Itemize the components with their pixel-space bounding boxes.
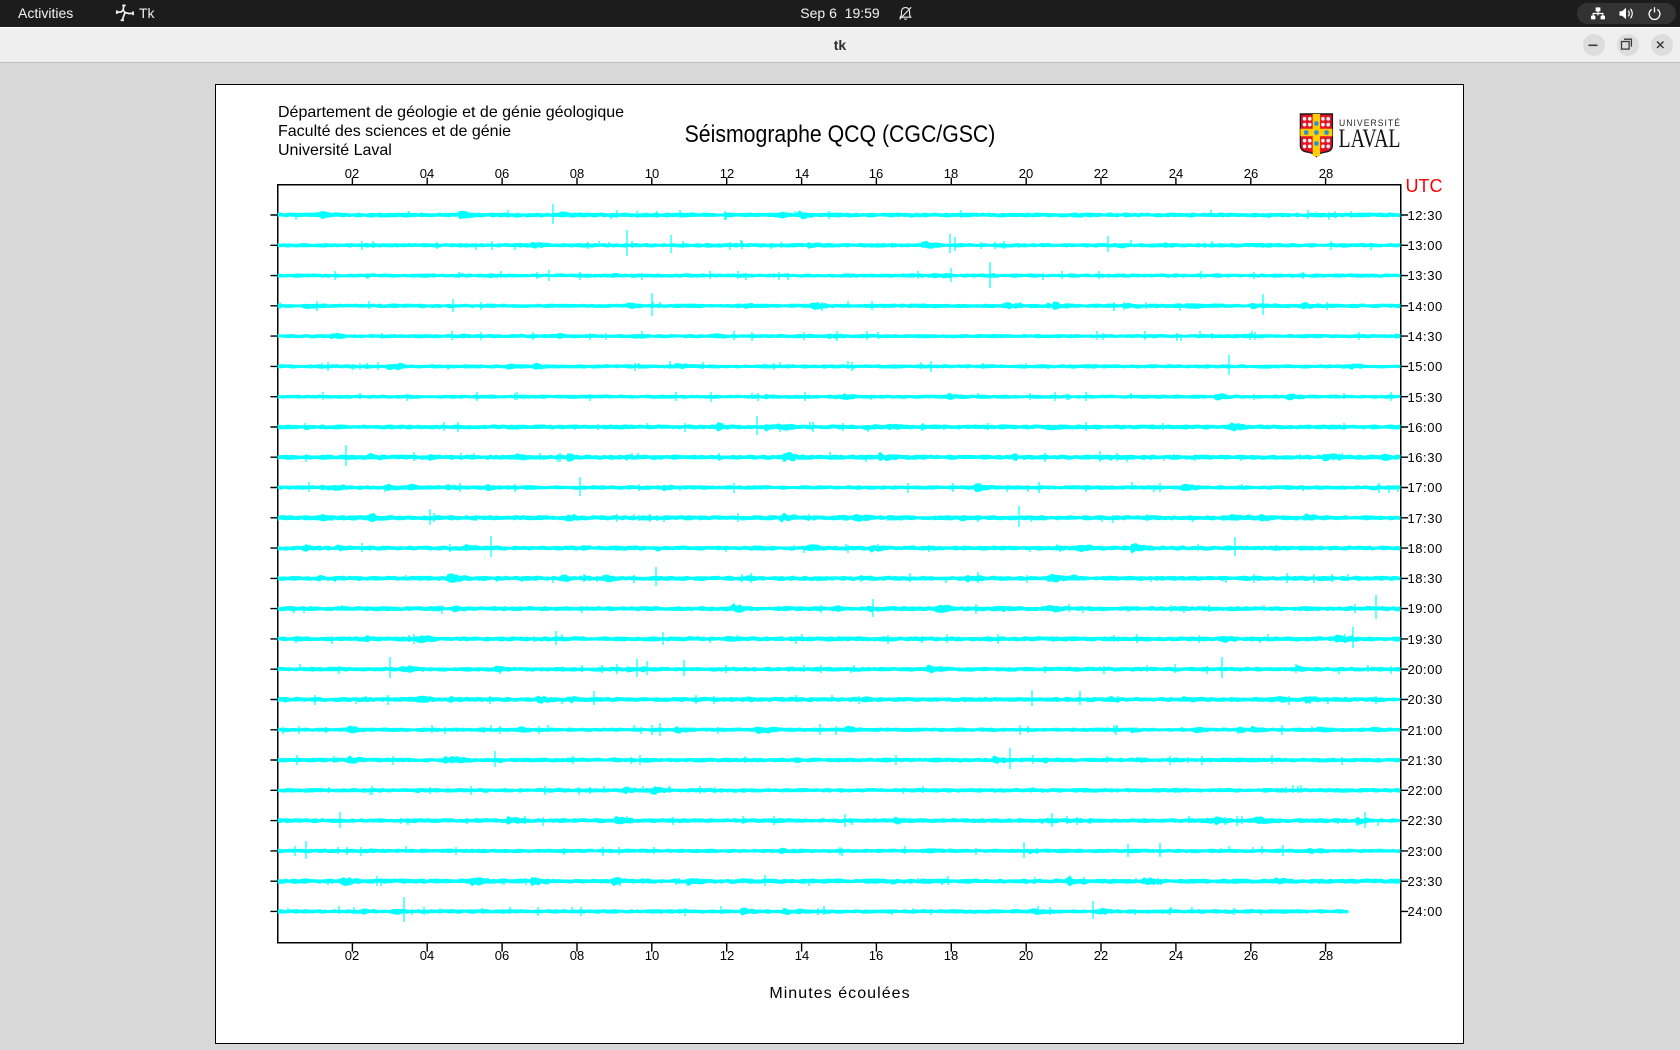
svg-text:LAVAL: LAVAL (1339, 124, 1401, 153)
